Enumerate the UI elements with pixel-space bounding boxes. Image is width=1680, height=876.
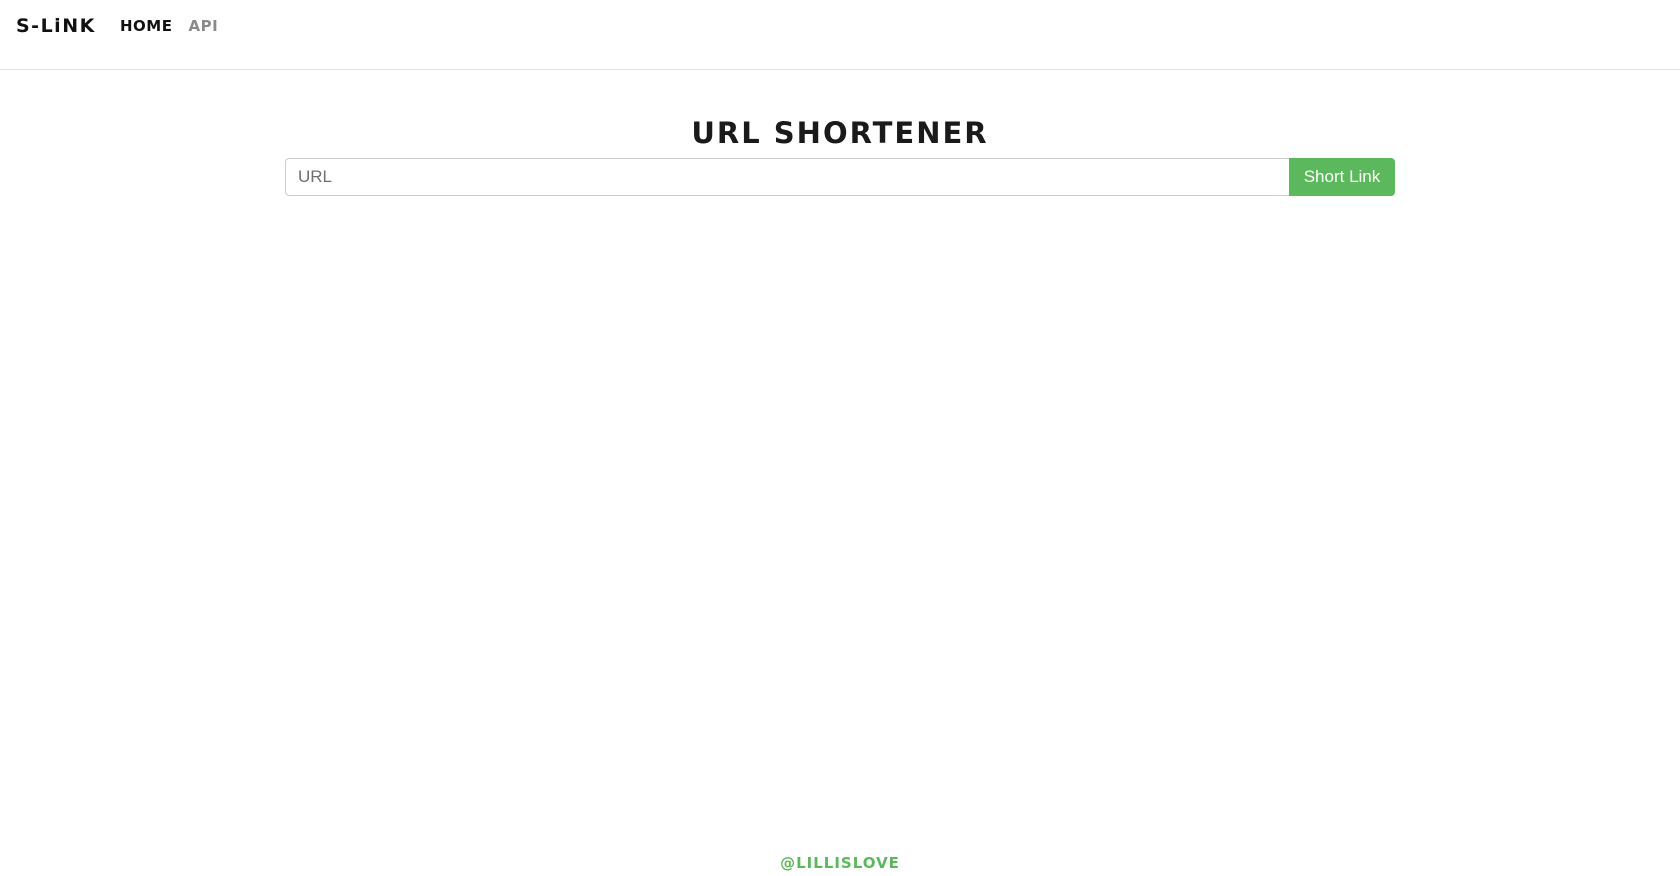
brand-logo[interactable]: S-LiNK (16, 15, 96, 37)
nav-item-api[interactable]: API (188, 17, 218, 35)
short-link-button[interactable]: Short Link (1289, 158, 1395, 196)
top-navbar: S-LiNK HOME API (0, 0, 1680, 70)
page-title: URL SHORTENER (691, 116, 989, 150)
footer-credit[interactable]: @LILLISLOVE (0, 854, 1680, 872)
nav-item-home[interactable]: HOME (120, 17, 172, 35)
shorten-form: Short Link (285, 158, 1395, 196)
nav-links: HOME API (120, 17, 218, 35)
url-input[interactable] (285, 158, 1289, 196)
